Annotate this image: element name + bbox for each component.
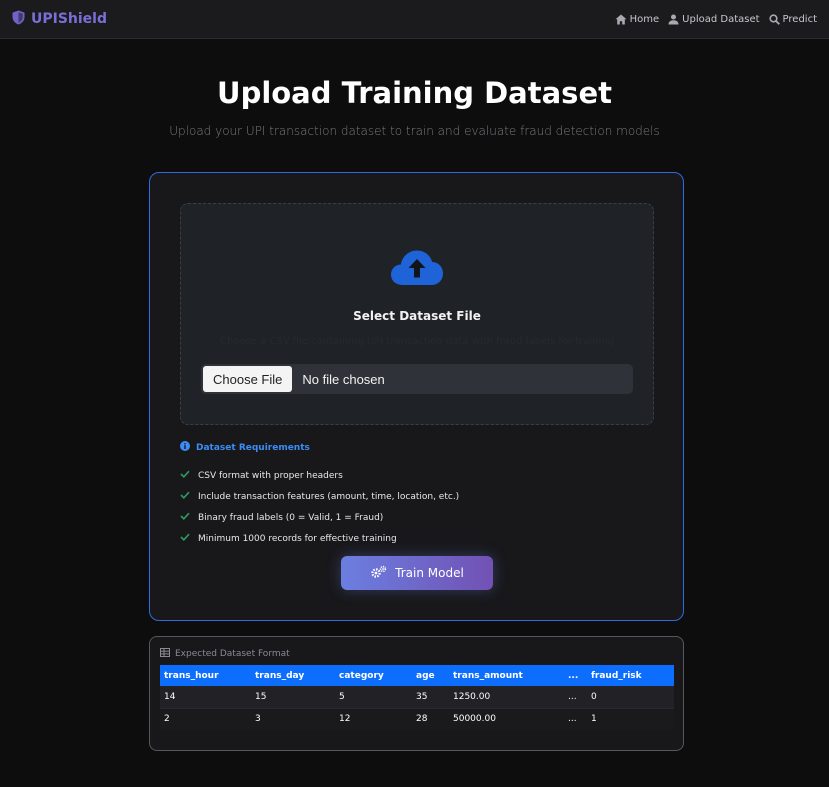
nav-upload-label: Upload Dataset: [682, 13, 760, 25]
train-model-label: Train Model: [395, 566, 464, 580]
requirement-text: CSV format with proper headers: [198, 470, 343, 481]
format-table: trans_hour trans_day category age trans_…: [160, 665, 674, 730]
brand[interactable]: UPIShield: [12, 9, 107, 29]
table-cell: 2: [164, 714, 170, 725]
table-header-row: trans_hour trans_day category age trans_…: [160, 665, 674, 686]
requirement-text: Binary fraud labels (0 = Valid, 1 = Frau…: [198, 512, 384, 523]
shield-icon: [12, 10, 25, 29]
file-status: No file chosen: [302, 371, 385, 387]
brand-name: UPIShield: [31, 11, 108, 27]
column-header: ...: [568, 670, 579, 681]
table-cell: 35: [416, 691, 428, 702]
table-cell: 0: [591, 691, 597, 702]
dropzone-hint: Choose a CSV file containing UPI transac…: [219, 336, 615, 347]
column-header: age: [416, 670, 435, 681]
cloud-upload-icon: [389, 248, 445, 292]
table-cell: ...: [568, 714, 577, 725]
nav-predict[interactable]: Predict: [768, 13, 817, 25]
check-icon: [180, 533, 190, 544]
check-icon: [180, 470, 190, 481]
file-dropzone[interactable]: Select Dataset File Choose a CSV file co…: [180, 203, 654, 425]
file-input[interactable]: Choose File No file chosen: [201, 364, 633, 394]
column-header: category: [339, 670, 384, 681]
info-icon: [180, 441, 190, 454]
requirement-item: Minimum 1000 records for effective train…: [180, 528, 459, 549]
upload-card: Select Dataset File Choose a CSV file co…: [149, 172, 684, 621]
requirements-list: CSV format with proper headers Include t…: [180, 465, 459, 549]
table-cell: 12: [339, 714, 351, 725]
train-model-button[interactable]: Train Model: [341, 556, 493, 590]
nav-links: Home Upload Dataset Predict: [615, 11, 817, 27]
table-cell: 5: [339, 691, 345, 702]
table-row: 2 3 12 28 50000.00 ... 1: [160, 708, 674, 730]
gears-icon: [370, 565, 388, 582]
requirements-title: Dataset Requirements: [180, 441, 310, 454]
table-row: 14 15 5 35 1250.00 ... 0: [160, 686, 674, 708]
nav-home[interactable]: Home: [615, 13, 660, 25]
table-cell: 28: [416, 714, 428, 725]
requirement-text: Include transaction features (amount, ti…: [198, 491, 460, 502]
requirement-item: Include transaction features (amount, ti…: [180, 486, 459, 507]
column-header: trans_day: [255, 670, 305, 681]
table-cell: ...: [568, 691, 577, 702]
table-icon: [160, 648, 170, 660]
table-cell: 3: [255, 714, 261, 725]
nav-upload-dataset[interactable]: Upload Dataset: [668, 13, 760, 25]
column-header: trans_hour: [164, 670, 219, 681]
format-title: Expected Dataset Format: [160, 648, 290, 660]
nav-home-label: Home: [629, 13, 660, 25]
choose-file-button[interactable]: Choose File: [203, 366, 293, 392]
home-icon: [615, 14, 627, 25]
requirement-text: Minimum 1000 records for effective train…: [198, 533, 397, 544]
requirements-title-text: Dataset Requirements: [196, 442, 310, 453]
dataset-format-card: Expected Dataset Format trans_hour trans…: [149, 636, 684, 751]
dropzone-title: Select Dataset File: [353, 309, 481, 323]
column-header: trans_amount: [453, 670, 523, 681]
upload-user-icon: [668, 14, 679, 25]
page-title: Upload Training Dataset: [217, 76, 612, 110]
table-cell: 1250.00: [453, 691, 491, 702]
navbar: UPIShield Home Upload Dataset Predict: [0, 0, 829, 39]
table-cell: 15: [255, 691, 267, 702]
table-cell: 14: [164, 691, 176, 702]
table-cell: 50000.00: [453, 714, 496, 725]
check-icon: [180, 512, 190, 523]
search-icon: [768, 13, 780, 25]
requirement-item: Binary fraud labels (0 = Valid, 1 = Frau…: [180, 507, 459, 528]
page-subtitle: Upload your UPI transaction dataset to t…: [169, 124, 660, 138]
requirement-item: CSV format with proper headers: [180, 465, 459, 486]
nav-predict-label: Predict: [782, 13, 817, 25]
format-title-text: Expected Dataset Format: [175, 649, 290, 659]
check-icon: [180, 491, 190, 502]
table-cell: 1: [591, 714, 597, 725]
column-header: fraud_risk: [591, 670, 642, 681]
